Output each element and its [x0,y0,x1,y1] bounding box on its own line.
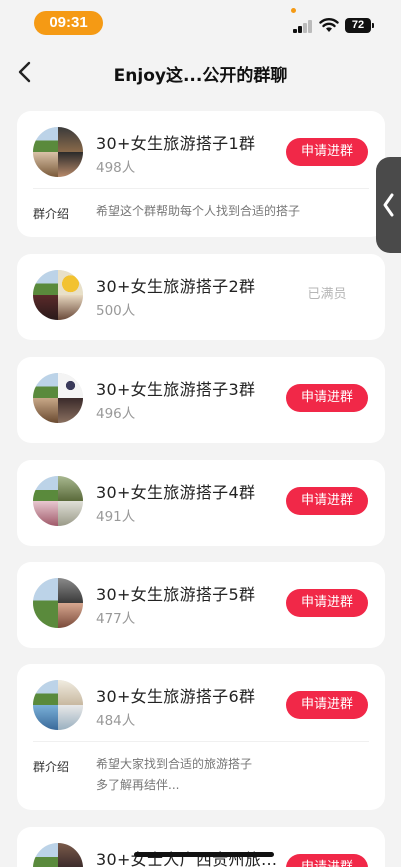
battery-tip [372,23,374,28]
divider [33,188,369,189]
group-avatar [33,270,83,320]
apply-join-button[interactable]: 申请进群 [286,487,368,515]
intro-text: 希望这个群帮助每个人找到合适的搭子 [96,204,301,218]
privacy-indicator-dot [291,8,296,13]
back-arrow-icon[interactable] [12,58,40,86]
battery-icon: 72 [345,18,371,33]
intro-label: 群介绍 [33,207,70,221]
group-card[interactable]: 30+女生旅游搭子3群 496人 申请进群 [17,357,385,443]
wifi-icon [319,18,339,32]
group-avatar [33,680,83,730]
member-count: 484人 [96,713,136,729]
group-name: 30+女生旅游搭子6群 [96,687,256,706]
apply-join-button[interactable]: 申请进群 [286,691,368,719]
group-name: 30+女生旅游搭子3群 [96,380,256,399]
group-name: 30+女生旅游搭子5群 [96,585,256,604]
home-indicator [134,852,274,857]
divider [33,741,369,742]
status-time: 09:31 [34,11,103,35]
group-avatar [33,578,83,628]
nav-header: Enjoy这...公开的群聊 [0,44,401,100]
group-avatar [33,476,83,526]
apply-join-button[interactable]: 申请进群 [286,138,368,166]
group-avatar [33,127,83,177]
cellular-signal-icon [293,20,313,33]
member-count: 491人 [96,509,136,525]
group-card[interactable]: 30+女生旅游搭子2群 500人 已满员 [17,254,385,340]
group-card[interactable]: 30+女生旅游搭子4群 491人 申请进群 [17,460,385,546]
group-name: 30+女生旅游搭子4群 [96,483,256,502]
group-avatar [33,373,83,423]
group-card[interactable]: 30+女生旅游搭子6群 484人 申请进群 群介绍 希望大家找到合适的旅游搭子 … [17,664,385,810]
page-title: Enjoy这...公开的群聊 [113,66,288,86]
group-card[interactable]: 30+女生旅游搭子5群 477人 申请进群 [17,562,385,648]
full-status-label: 已满员 [307,287,347,302]
group-card[interactable]: 30+女生旅游搭子1群 498人 申请进群 群介绍 希望这个群帮助每个人找到合适… [17,111,385,237]
member-count: 500人 [96,303,136,319]
apply-join-button[interactable]: 申请进群 [286,854,368,867]
chevron-left-icon [383,193,394,217]
intro-label: 群介绍 [33,760,70,774]
intro-text-line-2: 多了解再结伴... [96,778,180,792]
member-count: 496人 [96,406,136,422]
intro-text-line-1: 希望大家找到合适的旅游搭子 [96,757,253,771]
apply-join-button[interactable]: 申请进群 [286,384,368,412]
member-count: 477人 [96,611,136,627]
group-avatar [33,843,83,867]
group-name: 30+女生旅游搭子2群 [96,277,256,296]
group-name: 30+女生旅游搭子1群 [96,134,256,153]
apply-join-button[interactable]: 申请进群 [286,589,368,617]
group-card[interactable]: 30+女士人广西贵州旅... 申请进群 [17,827,385,867]
status-bar: 09:31 72 [0,0,401,44]
member-count: 498人 [96,160,136,176]
side-drawer-handle[interactable] [376,157,401,253]
